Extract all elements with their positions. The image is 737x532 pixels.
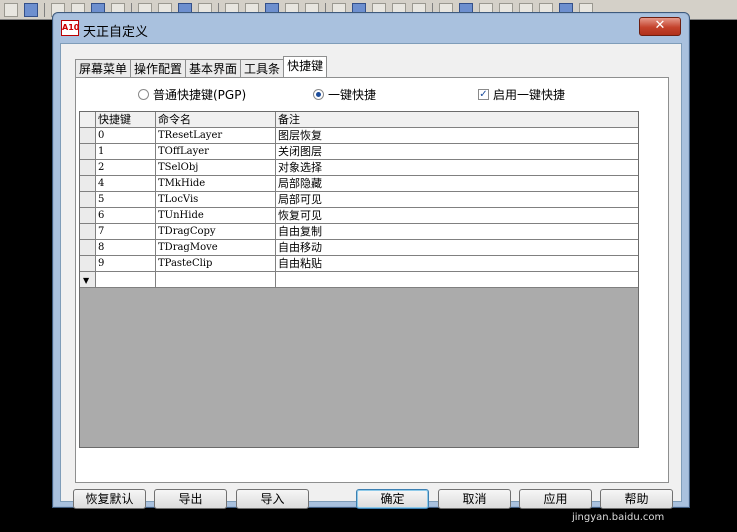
shortcut-key-cell[interactable]: 0 [96, 128, 156, 144]
table-row[interactable]: 0 TResetLayer 图层恢复 [80, 128, 638, 144]
shortcut-key-cell[interactable]: 8 [96, 240, 156, 256]
shortcut-key-cell[interactable]: 2 [96, 160, 156, 176]
row-selector[interactable] [80, 208, 96, 224]
new-row-cell[interactable] [156, 272, 276, 288]
checkbox-checked-icon[interactable]: ✓ [478, 89, 489, 100]
shortcut-key-cell[interactable]: 7 [96, 224, 156, 240]
shortcut-key-cell[interactable]: 5 [96, 192, 156, 208]
command-name-cell[interactable]: TDragMove [156, 240, 276, 256]
grid-rows: 0 TResetLayer 图层恢复 1 TOffLayer 关闭图层 2 TSelObj 对象… [80, 128, 638, 272]
custom-settings-dialog: A10 天正自定义 ✕ 屏幕菜单 操作配置 基本界面 工具条 快捷键 普通快捷键… [52, 12, 690, 509]
header-command-name[interactable]: 命令名 [156, 112, 276, 128]
command-name-cell[interactable]: TUnHide [156, 208, 276, 224]
radio-onekey-label: 一键快捷 [328, 88, 377, 102]
export-button[interactable]: 导出 [154, 489, 227, 509]
shortcut-key-cell[interactable]: 9 [96, 256, 156, 272]
header-remark[interactable]: 备注 [276, 112, 638, 128]
radio-normal-shortcut[interactable]: 普通快捷键(PGP) [138, 86, 246, 103]
table-row[interactable]: 7 TDragCopy 自由复制 [80, 224, 638, 240]
table-row[interactable]: 8 TDragMove 自由移动 [80, 240, 638, 256]
toolbar-separator [44, 2, 45, 17]
ok-button[interactable]: 确定 [356, 489, 429, 509]
dialog-client-area: 屏幕菜单 操作配置 基本界面 工具条 快捷键 普通快捷键(PGP) 一键快捷 ✓… [60, 43, 682, 509]
row-selector[interactable] [80, 144, 96, 160]
remark-cell[interactable]: 对象选择 [276, 160, 638, 176]
command-name-cell[interactable]: TSelObj [156, 160, 276, 176]
cancel-button[interactable]: 取消 [438, 489, 511, 509]
shortcuts-panel: 普通快捷键(PGP) 一键快捷 ✓ 启用一键快捷 快捷键 命令名 备注 0 TR… [75, 77, 669, 483]
header-shortcut-key[interactable]: 快捷键 [96, 112, 156, 128]
shortcut-key-cell[interactable]: 6 [96, 208, 156, 224]
grid-new-row[interactable]: ▼ [80, 272, 638, 288]
remark-cell[interactable]: 局部隐藏 [276, 176, 638, 192]
close-button[interactable]: ✕ [639, 17, 681, 36]
shortcut-grid[interactable]: 快捷键 命令名 备注 0 TResetLayer 图层恢复 1 TOffLayer 关闭图… [79, 111, 639, 448]
remark-cell[interactable]: 关闭图层 [276, 144, 638, 160]
new-row-indicator-icon: ▼ [80, 272, 96, 288]
remark-cell[interactable]: 自由复制 [276, 224, 638, 240]
command-name-cell[interactable]: TMkHide [156, 176, 276, 192]
tab-screen-menu[interactable]: 屏幕菜单 [75, 59, 132, 77]
table-row[interactable]: 9 TPasteClip 自由粘贴 [80, 256, 638, 272]
remark-cell[interactable]: 自由粘贴 [276, 256, 638, 272]
watermark-url: jingyan.baidu.com [572, 512, 665, 523]
row-selector[interactable] [80, 256, 96, 272]
grid-corner [80, 112, 96, 128]
tab-strip: 屏幕菜单 操作配置 基本界面 工具条 快捷键 [75, 56, 328, 78]
tab-operation-config[interactable]: 操作配置 [130, 59, 187, 77]
apply-button[interactable]: 应用 [519, 489, 592, 509]
command-name-cell[interactable]: TOffLayer [156, 144, 276, 160]
command-name-cell[interactable]: TResetLayer [156, 128, 276, 144]
dialog-button-row: 恢复默认 导出 导入 确定 取消 应用 帮助 [73, 489, 681, 511]
table-row[interactable]: 1 TOffLayer 关闭图层 [80, 144, 638, 160]
app-logo-icon: A10 [61, 20, 79, 36]
row-selector[interactable] [80, 128, 96, 144]
help-button[interactable]: 帮助 [600, 489, 673, 509]
row-selector[interactable] [80, 160, 96, 176]
remark-cell[interactable]: 自由移动 [276, 240, 638, 256]
row-selector[interactable] [80, 224, 96, 240]
radio-off-icon[interactable] [138, 89, 149, 100]
table-row[interactable]: 2 TSelObj 对象选择 [80, 160, 638, 176]
radio-normal-label: 普通快捷键(PGP) [153, 88, 247, 102]
tab-basic-interface[interactable]: 基本界面 [185, 59, 242, 77]
remark-cell[interactable]: 局部可见 [276, 192, 638, 208]
enable-onekey-checkbox[interactable]: ✓ 启用一键快捷 [478, 86, 565, 103]
row-selector[interactable] [80, 192, 96, 208]
grid-body: 快捷键 命令名 备注 0 TResetLayer 图层恢复 1 TOffLayer 关闭图… [80, 112, 638, 288]
radio-on-icon[interactable] [313, 89, 324, 100]
enable-onekey-label: 启用一键快捷 [493, 88, 566, 102]
shortcut-key-cell[interactable]: 4 [96, 176, 156, 192]
remark-cell[interactable]: 图层恢复 [276, 128, 638, 144]
table-row[interactable]: 5 TLocVis 局部可见 [80, 192, 638, 208]
radio-onekey-shortcut[interactable]: 一键快捷 [313, 86, 376, 103]
new-row-cell[interactable] [276, 272, 638, 288]
remark-cell[interactable]: 恢复可见 [276, 208, 638, 224]
command-name-cell[interactable]: TDragCopy [156, 224, 276, 240]
grid-header-row: 快捷键 命令名 备注 [80, 112, 638, 128]
table-row[interactable]: 4 TMkHide 局部隐藏 [80, 176, 638, 192]
import-button[interactable]: 导入 [236, 489, 309, 509]
row-selector[interactable] [80, 176, 96, 192]
title-bar[interactable]: A10 天正自定义 ✕ [53, 13, 689, 43]
toolbar-icon[interactable] [24, 2, 38, 17]
toolbar-icon[interactable] [4, 2, 18, 17]
command-name-cell[interactable]: TPasteClip [156, 256, 276, 272]
shortcut-key-cell[interactable]: 1 [96, 144, 156, 160]
table-row[interactable]: 6 TUnHide 恢复可见 [80, 208, 638, 224]
new-row-cell[interactable] [96, 272, 156, 288]
tab-shortcuts[interactable]: 快捷键 [283, 56, 328, 77]
dialog-title: 天正自定义 [83, 25, 149, 40]
shortcut-mode-row: 普通快捷键(PGP) 一键快捷 ✓ 启用一键快捷 [76, 86, 668, 104]
command-name-cell[interactable]: TLocVis [156, 192, 276, 208]
restore-defaults-button[interactable]: 恢复默认 [73, 489, 146, 509]
tab-toolbar[interactable]: 工具条 [240, 59, 285, 77]
row-selector[interactable] [80, 240, 96, 256]
